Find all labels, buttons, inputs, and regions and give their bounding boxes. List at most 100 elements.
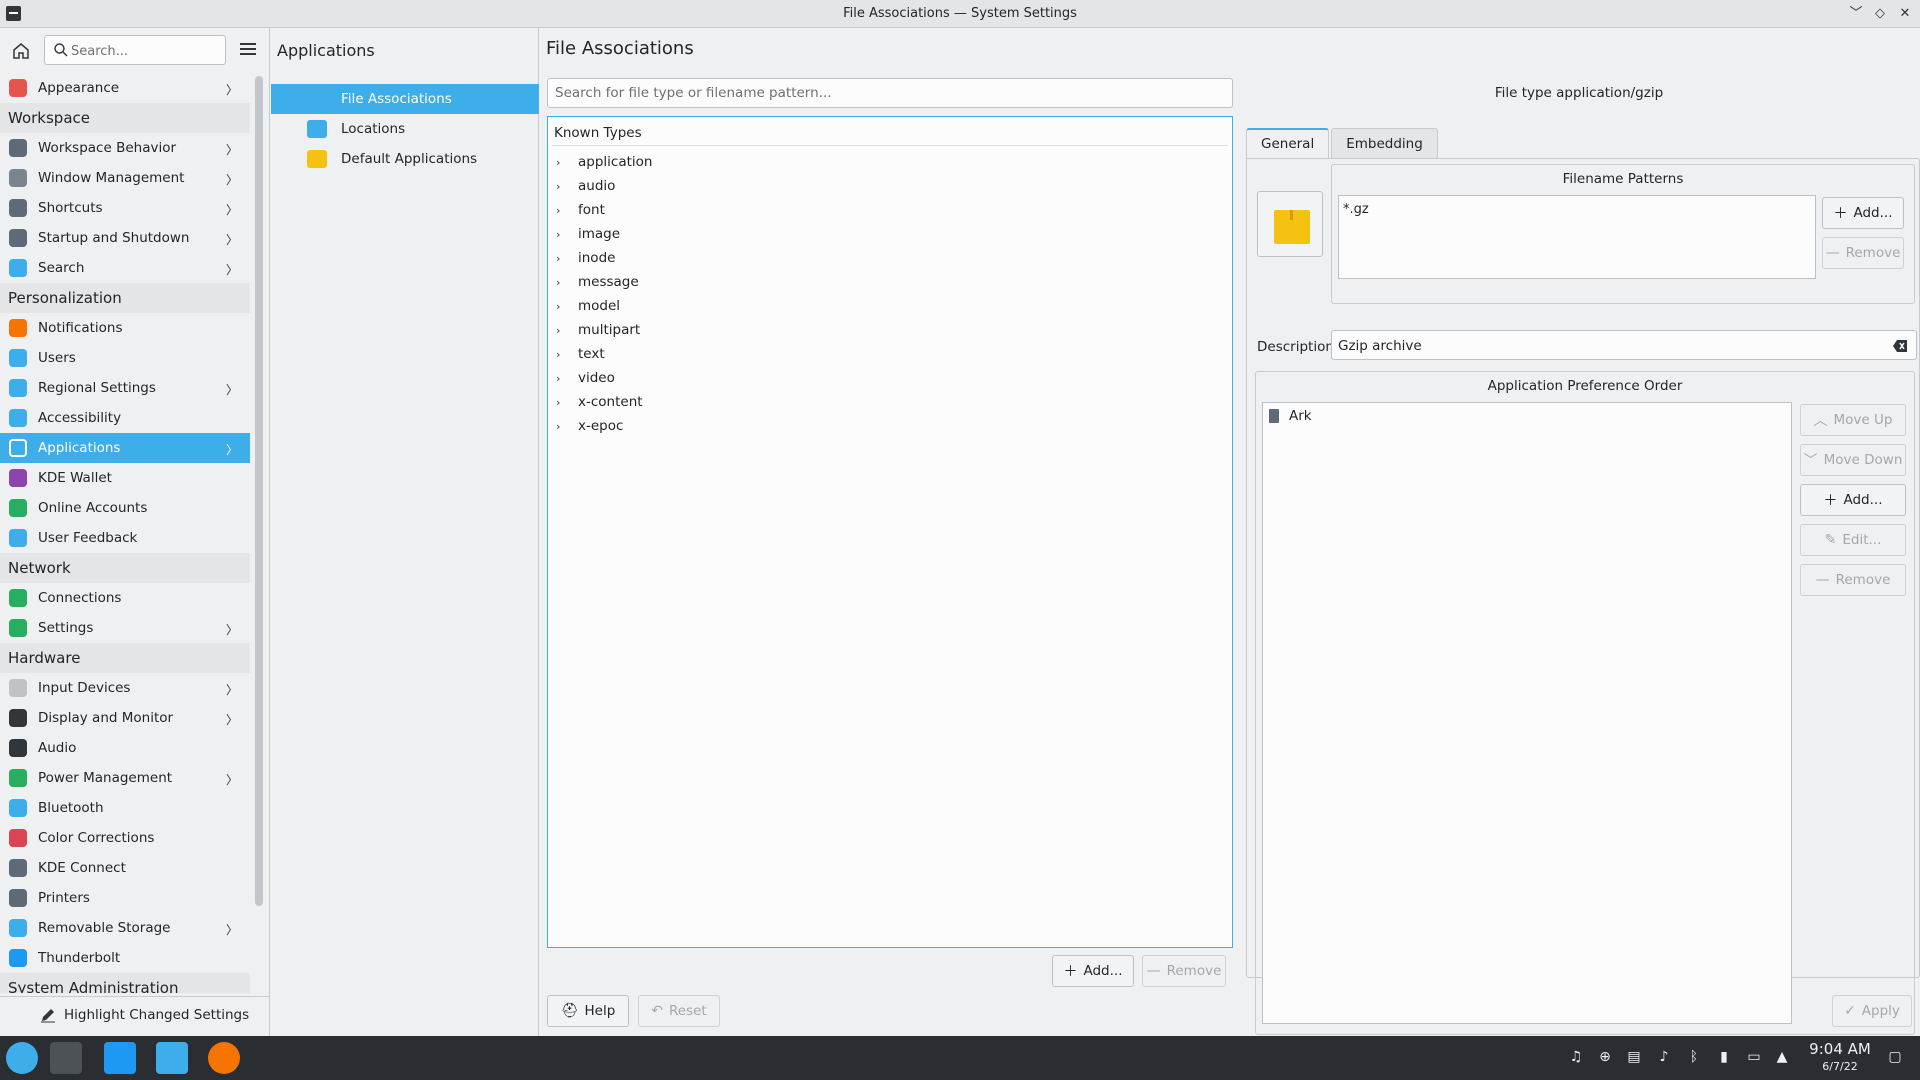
tree-row[interactable]: › model (552, 294, 620, 318)
sidebar-scrollbar[interactable] (255, 76, 263, 906)
clear-text-icon[interactable] (1892, 339, 1908, 353)
minimize-icon[interactable]: ﹀ (1846, 4, 1866, 24)
sidebar-item-appearance[interactable]: Appearance 〉 (0, 73, 250, 103)
subcategory-default-applications[interactable]: Default Applications (271, 144, 539, 174)
sidebar-search[interactable] (44, 35, 226, 65)
remove-app-button[interactable]: — Remove (1800, 564, 1906, 596)
network-tray-icon[interactable]: ▭ (1745, 1048, 1763, 1066)
expand-chevron-icon[interactable]: › (556, 372, 570, 385)
sidebar-item-workspace-behavior[interactable]: Workspace Behavior 〉 (0, 133, 250, 163)
remove-file-type-button[interactable]: — Remove (1142, 955, 1226, 987)
tree-row[interactable]: › font (552, 198, 605, 222)
sidebar-item-connections[interactable]: Connections (0, 583, 250, 613)
sidebar-search-input[interactable] (71, 41, 221, 61)
system-settings-task-icon[interactable] (50, 1042, 82, 1074)
sidebar-item-bluetooth[interactable]: Bluetooth (0, 793, 250, 823)
file-type-search[interactable] (547, 78, 1233, 108)
volume-tray-icon[interactable]: ♪ (1655, 1048, 1673, 1066)
move-up-button[interactable]: ︿ Move Up (1800, 404, 1906, 436)
tree-row[interactable]: › multipart (552, 318, 640, 342)
sidebar-item-search[interactable]: Search 〉 (0, 253, 250, 283)
known-types-tree[interactable]: Known Types › application › audio › font › imag… (547, 116, 1233, 948)
sidebar-item-settings[interactable]: Settings 〉 (0, 613, 250, 643)
tree-row[interactable]: › x-content (552, 390, 643, 414)
sidebar-item-kde-connect[interactable]: KDE Connect (0, 853, 250, 883)
tree-row[interactable]: › audio (552, 174, 615, 198)
pattern-item[interactable]: *.gz (1343, 202, 1369, 217)
subcategory-locations[interactable]: Locations (271, 114, 539, 144)
expand-chevron-icon[interactable]: › (556, 420, 570, 433)
home-button[interactable] (8, 38, 34, 64)
sidebar-item-audio[interactable]: Audio (0, 733, 250, 763)
reset-button[interactable]: ↶ Reset (638, 995, 720, 1027)
remove-pattern-button[interactable]: — Remove (1822, 237, 1904, 269)
sidebar-item-user-feedback[interactable]: User Feedback (0, 523, 250, 553)
subcategory-file-associations[interactable]: File Associations (271, 84, 539, 114)
sidebar-item-input-devices[interactable]: Input Devices 〉 (0, 673, 250, 703)
edit-app-button[interactable]: ✎ Edit... (1800, 524, 1906, 556)
tree-row[interactable]: › image (552, 222, 620, 246)
clipboard-tray-icon[interactable]: ▤ (1625, 1048, 1643, 1066)
expand-chevron-icon[interactable]: › (556, 276, 570, 289)
sidebar-item-applications[interactable]: Applications 〉 (0, 433, 250, 463)
hamburger-menu-icon[interactable] (236, 40, 260, 62)
show-desktop-icon[interactable]: ▢ (1886, 1048, 1904, 1066)
sidebar-item-power-management[interactable]: Power Management 〉 (0, 763, 250, 793)
firefox-icon[interactable] (208, 1042, 240, 1074)
bluetooth-tray-icon[interactable]: ᛒ (1685, 1048, 1703, 1066)
highlight-changed-settings-button[interactable]: Highlight Changed Settings (40, 1007, 249, 1023)
battery-tray-icon[interactable]: ▮ (1715, 1048, 1733, 1066)
tab-general[interactable]: General (1246, 128, 1330, 158)
tree-row[interactable]: › text (552, 342, 605, 366)
help-button[interactable]: ⛑ Help (547, 995, 629, 1027)
tab-embedding[interactable]: Embedding (1331, 128, 1438, 158)
expand-chevron-icon[interactable]: › (556, 156, 570, 169)
sidebar-item-thunderbolt[interactable]: Thunderbolt (0, 943, 250, 973)
app-list-item[interactable]: Ark (1269, 408, 1312, 424)
tree-row[interactable]: › video (552, 366, 615, 390)
application-launcher-icon[interactable] (6, 1042, 38, 1074)
expand-chevron-icon[interactable]: › (556, 204, 570, 217)
sidebar-item-window-management[interactable]: Window Management 〉 (0, 163, 250, 193)
expand-chevron-icon[interactable]: › (556, 228, 570, 241)
add-pattern-button[interactable]: ＋ Add... (1822, 197, 1904, 229)
sidebar-item-display-and-monitor[interactable]: Display and Monitor 〉 (0, 703, 250, 733)
expand-chevron-icon[interactable]: › (556, 324, 570, 337)
description-field[interactable]: Gzip archive (1331, 330, 1917, 360)
expand-chevron-icon[interactable]: › (556, 180, 570, 193)
file-type-search-input[interactable] (548, 79, 1232, 107)
expand-chevron-icon[interactable]: › (556, 396, 570, 409)
sidebar-item-notifications[interactable]: Notifications (0, 313, 250, 343)
app-preference-list[interactable]: Ark (1262, 402, 1792, 1024)
expand-tray-icon[interactable]: ▲ (1773, 1048, 1791, 1066)
tree-row[interactable]: › inode (552, 246, 615, 270)
sidebar-item-kde-wallet[interactable]: KDE Wallet (0, 463, 250, 493)
expand-chevron-icon[interactable]: › (556, 300, 570, 313)
clock-date[interactable]: 6/7/22 (1800, 1060, 1880, 1073)
tree-row[interactable]: › application (552, 150, 652, 174)
tree-row[interactable]: › x-epoc (552, 414, 623, 438)
add-app-button[interactable]: ＋ Add... (1800, 484, 1906, 516)
move-down-button[interactable]: ﹀ Move Down (1800, 444, 1906, 476)
sidebar-item-users[interactable]: Users (0, 343, 250, 373)
sidebar-item-accessibility[interactable]: Accessibility (0, 403, 250, 433)
clock-time[interactable]: 9:04 AM (1800, 1040, 1880, 1058)
discover-icon[interactable] (104, 1042, 136, 1074)
sidebar-item-startup-and-shutdown[interactable]: Startup and Shutdown 〉 (0, 223, 250, 253)
expand-chevron-icon[interactable]: › (556, 252, 570, 265)
sidebar-item-removable-storage[interactable]: Removable Storage 〉 (0, 913, 250, 943)
sidebar-item-regional-settings[interactable]: Regional Settings 〉 (0, 373, 250, 403)
maximize-icon[interactable]: ◇ (1870, 4, 1890, 24)
notifications-tray-icon[interactable]: ♫ (1567, 1048, 1585, 1066)
sidebar-item-online-accounts[interactable]: Online Accounts (0, 493, 250, 523)
add-file-type-button[interactable]: ＋ Add... (1052, 955, 1134, 987)
sidebar-item-printers[interactable]: Printers (0, 883, 250, 913)
close-icon[interactable]: ✕ (1895, 4, 1915, 24)
file-type-icon-button[interactable] (1257, 191, 1323, 257)
patterns-list[interactable]: *.gz (1338, 195, 1816, 279)
sidebar-item-shortcuts[interactable]: Shortcuts 〉 (0, 193, 250, 223)
expand-chevron-icon[interactable]: › (556, 348, 570, 361)
updates-tray-icon[interactable]: ⊕ (1596, 1048, 1614, 1066)
file-manager-icon[interactable] (156, 1042, 188, 1074)
tree-row[interactable]: › message (552, 270, 639, 294)
